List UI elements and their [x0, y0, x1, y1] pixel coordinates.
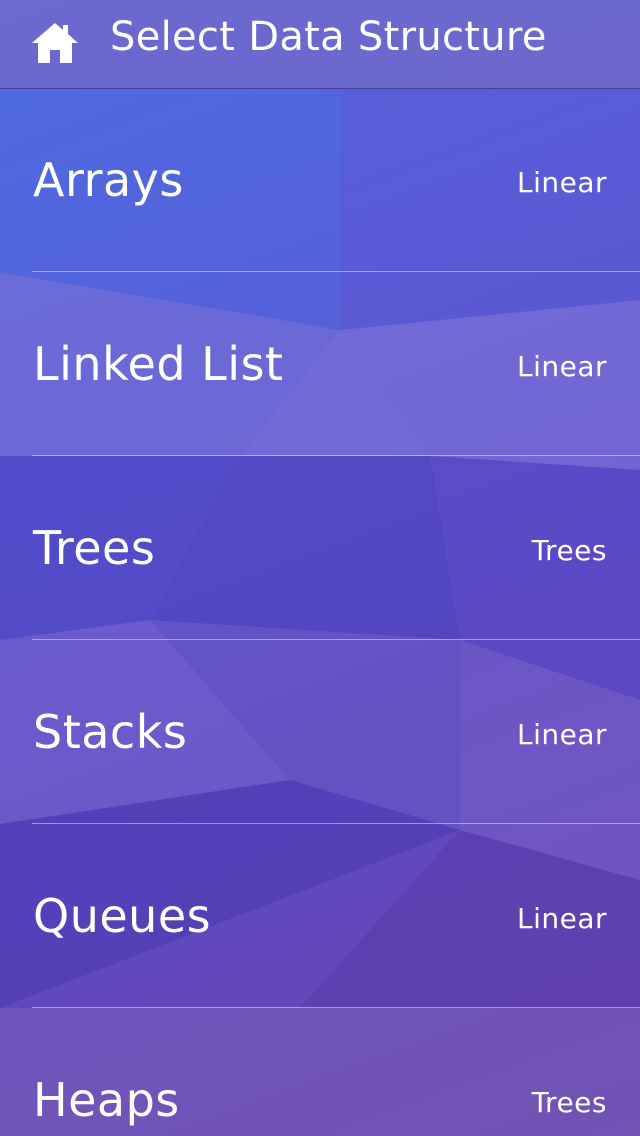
list-item-arrays[interactable]: Arrays Linear [0, 88, 640, 271]
list-item-title: Queues [33, 889, 212, 943]
list-item-title: Arrays [33, 153, 184, 207]
list-item-category: Linear [516, 350, 607, 383]
list-item-category: Linear [516, 902, 607, 935]
data-structure-list: Arrays Linear Linked List Linear Trees T… [0, 88, 640, 1136]
list-item-category: Trees [531, 1086, 607, 1119]
list-item-title: Heaps [33, 1073, 180, 1127]
navigation-bar: Select Data Structure [0, 0, 640, 89]
list-item-trees[interactable]: Trees Trees [32, 455, 640, 639]
page-title: Select Data Structure [110, 14, 547, 60]
list-item-stacks[interactable]: Stacks Linear [32, 639, 640, 823]
list-item-title: Linked List [33, 337, 284, 391]
list-item-category: Trees [531, 534, 607, 567]
list-item-heaps[interactable]: Heaps Trees [32, 1007, 640, 1136]
data-structure-screen: Select Data Structure Arrays Linear Link… [0, 0, 640, 1136]
list-item-title: Trees [33, 521, 156, 575]
list-item-title: Stacks [33, 705, 188, 759]
home-icon[interactable] [30, 20, 80, 66]
list-item-queues[interactable]: Queues Linear [32, 823, 640, 1007]
list-item-category: Linear [516, 718, 607, 751]
list-item-linked-list[interactable]: Linked List Linear [32, 271, 640, 455]
list-item-category: Linear [516, 166, 607, 199]
